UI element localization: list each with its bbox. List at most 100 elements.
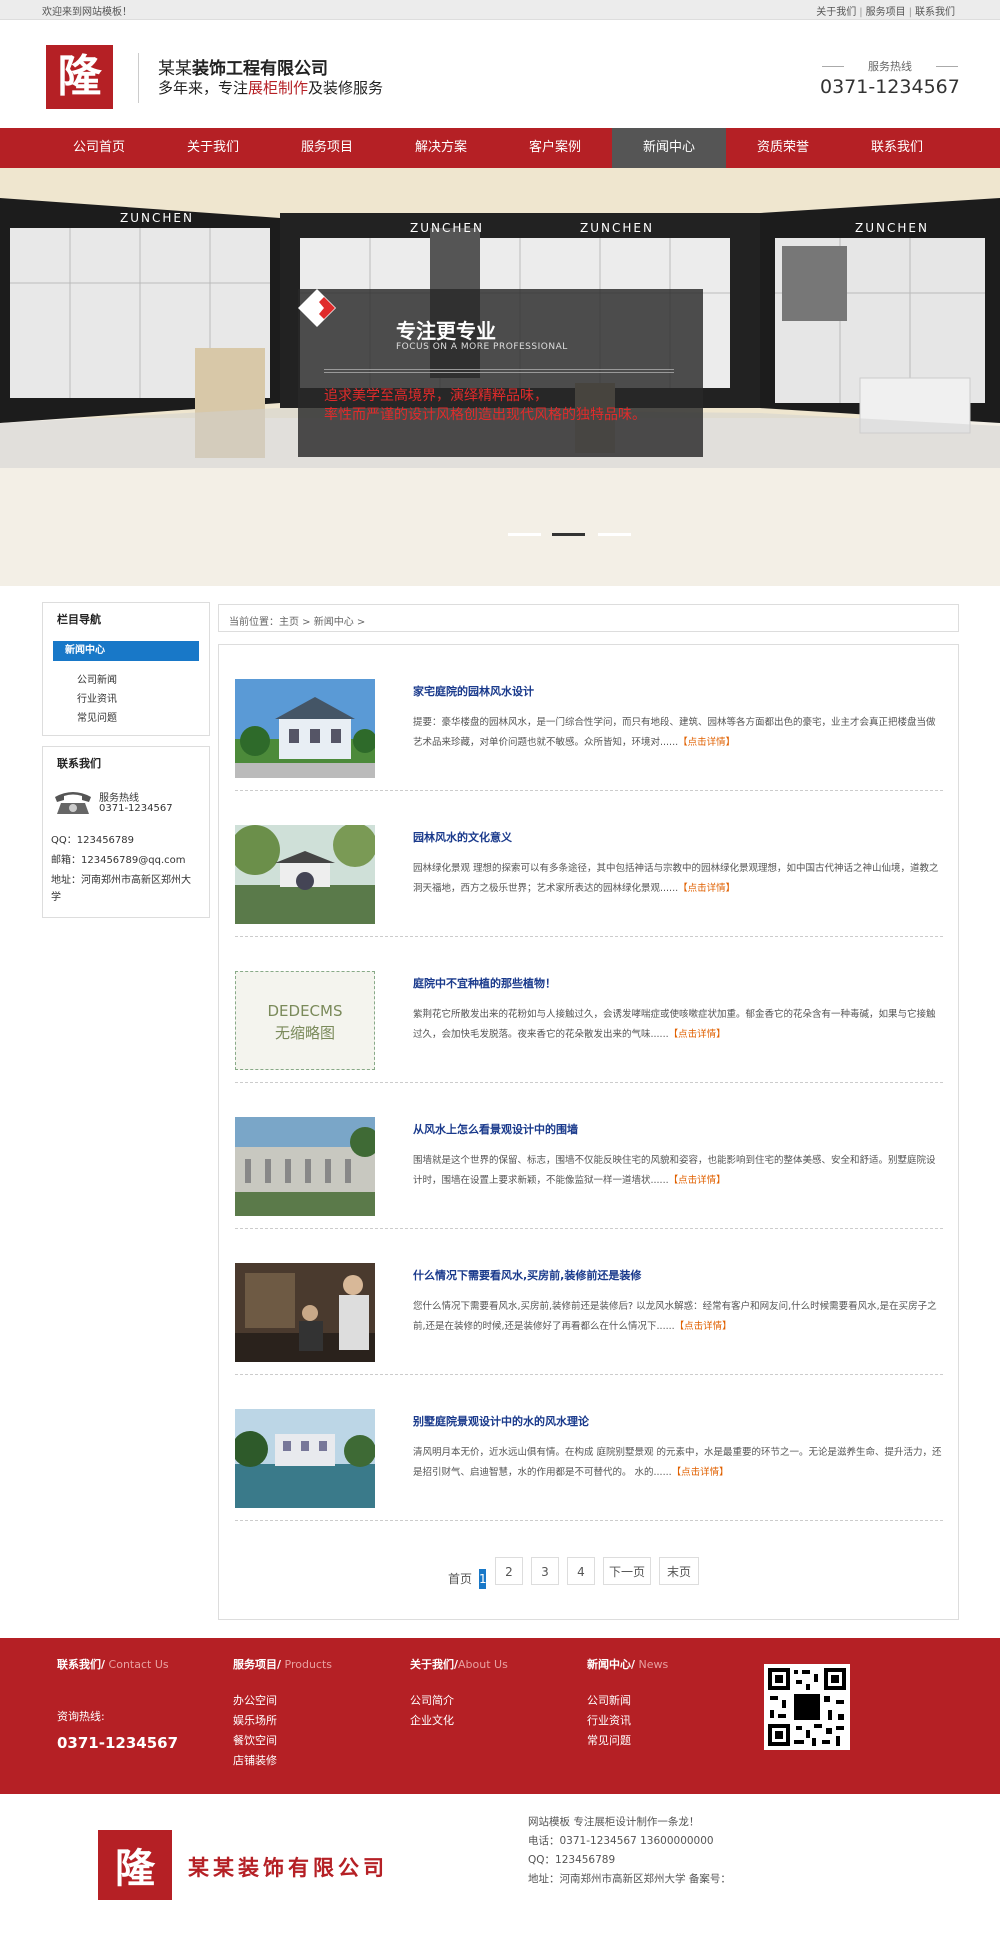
slogan-part: 及装修服务 — [308, 79, 384, 97]
footer-link[interactable]: 办公空间 — [233, 1692, 277, 1708]
logo[interactable]: 隆 — [42, 41, 117, 113]
banner-subtitle: FOCUS ON A MORE PROFESSIONAL — [396, 342, 568, 352]
news-thumbnail-placeholder[interactable]: DEDECMS 无缩略图 — [235, 971, 375, 1070]
brand-text: ZUNCHEN — [120, 211, 194, 225]
read-more-link[interactable]: 【点击详情】 — [678, 883, 735, 894]
footer-col-title: 关于我们/About Us — [410, 1656, 570, 1672]
news-title-link[interactable]: 别墅庭院景观设计中的水的风水理论 — [413, 1413, 589, 1429]
footer-link[interactable]: 公司新闻 — [587, 1692, 631, 1708]
footer-title-en: Contact Us — [105, 1658, 169, 1671]
hotline-number: 0371-1234567 — [820, 76, 960, 98]
news-thumbnail[interactable] — [235, 1117, 375, 1216]
page-number[interactable]: 2 — [495, 1557, 523, 1585]
nav-item-contact[interactable]: 联系我们 — [840, 128, 954, 168]
category-item[interactable]: 行业资讯 — [77, 690, 117, 705]
bottom-info: 网站模板 专注展柜设计制作一条龙！ — [528, 1816, 700, 1828]
slogan-part: 多年来，专注 — [158, 79, 249, 97]
news-title-link[interactable]: 园林风水的文化意义 — [413, 829, 512, 845]
page-next[interactable]: 下一页 — [603, 1557, 651, 1585]
bottom-phone: 电话：0371-1234567 13600000000 — [528, 1835, 714, 1847]
nav-item-news[interactable]: 新闻中心 — [612, 128, 726, 168]
banner-text: 追求美学至高境界，演绎精粹品味， 率性而严谨的设计风格创造出现代风格的独特品味。 — [324, 387, 646, 425]
top-link-contact[interactable]: 联系我们 — [915, 3, 955, 18]
news-title-link[interactable]: 庭院中不宜种植的那些植物！ — [413, 975, 556, 991]
company-name-main: 装饰工程有限公司 — [192, 59, 328, 79]
nav-item-home[interactable]: 公司首页 — [42, 128, 156, 168]
read-more-link[interactable]: 【点击详情】 — [675, 1321, 732, 1332]
nav-item-cases[interactable]: 客户案例 — [498, 128, 612, 168]
category-item[interactable]: 公司新闻 — [77, 671, 117, 686]
category-item[interactable]: 常见问题 — [77, 709, 117, 724]
news-thumbnail[interactable] — [235, 1409, 375, 1508]
footer: 联系我们/ Contact Us 资询热线: 0371-1234567 服务项目… — [0, 1638, 1000, 1794]
category-item-active[interactable]: 新闻中心 — [53, 641, 199, 661]
footer-link[interactable]: 常见问题 — [587, 1732, 631, 1748]
footer-title-cn: 服务项目/ — [233, 1658, 282, 1671]
house-image — [235, 679, 375, 778]
separator: | — [908, 7, 912, 18]
news-list: 家宅庭院的园林风水设计 提要：豪华楼盘的园林风水，是一门综合性学问，而只有地段、… — [218, 644, 959, 1620]
bottom-logo[interactable]: 隆 — [98, 1830, 172, 1900]
footer-title-cn: 联系我们/ — [57, 1658, 106, 1671]
diamond-logo-icon — [298, 289, 336, 327]
footer-col-title: 服务项目/ Products — [233, 1656, 393, 1672]
read-more-link[interactable]: 【点击详情】 — [672, 1467, 729, 1478]
footer-title-en: About Us — [458, 1658, 508, 1671]
brand-text: ZUNCHEN — [410, 221, 484, 235]
footer-link[interactable]: 企业文化 — [410, 1712, 454, 1728]
read-more-link[interactable]: 【点击详情】 — [678, 737, 735, 748]
slogan-highlight: 展柜制作 — [248, 79, 309, 97]
bottom-bar: 隆 某某装饰有限公司 网站模板 专注展柜设计制作一条龙！ 电话：0371-123… — [0, 1794, 1000, 1940]
footer-link[interactable]: 娱乐场所 — [233, 1712, 277, 1728]
page-last[interactable]: 末页 — [659, 1557, 699, 1585]
nav-item-services[interactable]: 服务项目 — [270, 128, 384, 168]
footer-link[interactable]: 行业资讯 — [587, 1712, 631, 1728]
footer-link[interactable]: 店铺装修 — [233, 1752, 277, 1768]
logo-char: 隆 — [57, 51, 102, 102]
contact-phone-label: 服务热线 — [99, 793, 139, 804]
top-link-services[interactable]: 服务项目 — [866, 3, 906, 18]
qr-code — [764, 1664, 850, 1750]
slider-dot[interactable] — [508, 533, 541, 536]
nav-item-solutions[interactable]: 解决方案 — [384, 128, 498, 168]
list-item: DEDECMS 无缩略图 庭院中不宜种植的那些植物！ 紫荆花它所散发出来的花粉如… — [235, 937, 943, 1083]
list-item: 什么情况下需要看风水,买房前,装修前还是装修 您什么情况下需要看风水,买房前,装… — [235, 1229, 943, 1375]
page: 欢迎来到网站模板！ 关于我们 | 服务项目 | 联系我们 隆 某某装饰工程有限公司 多年… — [0, 0, 1000, 1940]
main-nav: 公司首页 关于我们 服务项目 解决方案 客户案例 新闻中心 资质荣誉 联系我们 — [0, 128, 1000, 168]
news-summary: 紫荆花它所散发出来的花粉如与人接触过久，会诱发哮喘症或使咳嗽症状加重。郁金香它的… — [413, 1005, 943, 1045]
banner-line: 追求美学至高境界，演绎精粹品味， — [324, 388, 548, 404]
slider-dot[interactable] — [598, 533, 631, 536]
news-thumbnail[interactable] — [235, 679, 375, 778]
top-link-about[interactable]: 关于我们 — [816, 3, 856, 18]
divider — [138, 53, 139, 103]
contact-phone: 0371-1234567 — [99, 803, 173, 814]
footer-link[interactable]: 公司简介 — [410, 1692, 454, 1708]
news-title-link[interactable]: 从风水上怎么看景观设计中的围墙 — [413, 1121, 578, 1137]
banner-title: 专注更专业 — [396, 319, 496, 343]
page-number[interactable]: 4 — [567, 1557, 595, 1585]
slogan: 多年来，专注展柜制作及装修服务 — [158, 77, 383, 98]
page-first[interactable]: 首页 — [445, 1565, 475, 1593]
news-title-link[interactable]: 家宅庭院的园林风水设计 — [413, 683, 534, 699]
footer-hotline: 0371-1234567 — [57, 1734, 179, 1752]
news-thumbnail[interactable] — [235, 1263, 375, 1362]
news-summary: 清风明月本无价，近水远山俱有情。在构成 庭院别墅景观 的元素中，水是最重要的环节… — [413, 1443, 943, 1483]
slider-dot-active[interactable] — [552, 533, 585, 536]
banner-overlay: 专注更专业 FOCUS ON A MORE PROFESSIONAL 追求美学至… — [298, 289, 703, 457]
page-number[interactable]: 3 — [531, 1557, 559, 1585]
hotline-label: 服务热线 — [822, 58, 958, 74]
news-title-link[interactable]: 什么情况下需要看风水,买房前,装修前还是装修 — [413, 1267, 641, 1283]
news-thumbnail[interactable] — [235, 825, 375, 924]
footer-col-products: 服务项目/ Products 办公空间 娱乐场所 餐饮空间 店铺装修 — [233, 1656, 393, 1767]
water-garden-image — [235, 1409, 375, 1508]
breadcrumb-text[interactable]: 当前位置：主页 > 新闻中心 > — [229, 613, 365, 628]
nav-item-about[interactable]: 关于我们 — [156, 128, 270, 168]
nav-item-honors[interactable]: 资质荣誉 — [726, 128, 840, 168]
garden-image — [235, 825, 375, 924]
bottom-logo-char: 隆 — [115, 1845, 155, 1892]
telephone-icon — [55, 792, 91, 814]
read-more-link[interactable]: 【点击详情】 — [669, 1175, 726, 1186]
footer-link[interactable]: 餐饮空间 — [233, 1732, 277, 1748]
contact-box: 联系我们 服务热线 0371-1234567 QQ：123456789 邮箱：1… — [42, 746, 210, 918]
read-more-link[interactable]: 【点击详情】 — [669, 1029, 726, 1040]
